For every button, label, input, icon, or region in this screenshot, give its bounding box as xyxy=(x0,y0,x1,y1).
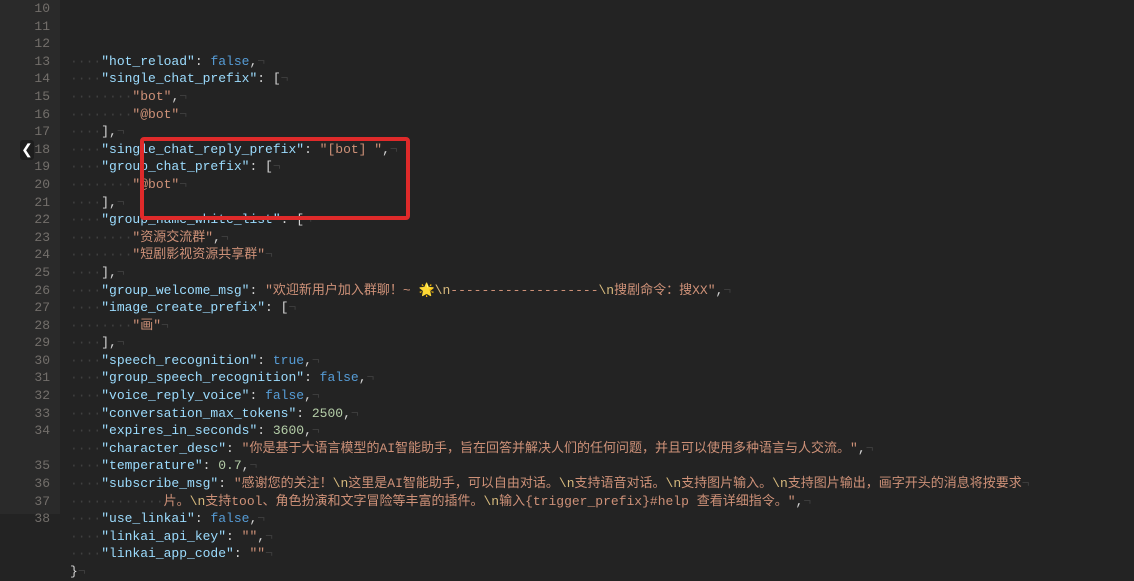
line-number: 30 xyxy=(24,352,50,370)
line-number: 32 xyxy=(24,387,50,405)
line-number: 16 xyxy=(24,106,50,124)
code-line[interactable]: ····],¬ xyxy=(70,264,1030,282)
line-number: 20 xyxy=(24,176,50,194)
line-number: 19 xyxy=(24,158,50,176)
code-line[interactable]: ········"画"¬ xyxy=(70,317,1030,335)
code-line[interactable]: ····"group_speech_recognition": false,¬ xyxy=(70,369,1030,387)
line-number: 29 xyxy=(24,334,50,352)
code-line[interactable]: ····"hot_reload": false,¬ xyxy=(70,53,1030,71)
line-number: 23 xyxy=(24,229,50,247)
fold-chevron-icon[interactable]: ❮ xyxy=(20,140,34,160)
code-line[interactable]: ····"single_chat_reply_prefix": "[bot] "… xyxy=(70,141,1030,159)
line-number: 15 xyxy=(24,88,50,106)
line-number: 11 xyxy=(24,18,50,36)
code-line[interactable]: ····],¬ xyxy=(70,334,1030,352)
code-line[interactable]: ········"资源交流群",¬ xyxy=(70,229,1030,247)
line-number: 26 xyxy=(24,282,50,300)
line-number: 33 xyxy=(24,405,50,423)
code-line[interactable]: ····"linkai_api_key": "",¬ xyxy=(70,528,1030,546)
code-line[interactable]: ····],¬ xyxy=(70,194,1030,212)
chevron-left-icon: ❮ xyxy=(21,142,33,159)
code-line[interactable]: ····"use_linkai": false,¬ xyxy=(70,510,1030,528)
code-line[interactable]: ········"@bot"¬ xyxy=(70,106,1030,124)
code-line[interactable]: ····],¬ xyxy=(70,123,1030,141)
line-number: 37 xyxy=(24,493,50,511)
code-line[interactable]: ····"subscribe_msg": "感谢您的关注！\n这里是AI智能助手… xyxy=(70,475,1030,493)
code-line[interactable]: ············片。\n支持tool、角色扮演和文字冒险等丰富的插件。\… xyxy=(70,493,1030,511)
code-area[interactable]: ····"hot_reload": false,¬····"single_cha… xyxy=(60,0,1040,514)
code-line[interactable]: ····"group_chat_prefix": [¬ xyxy=(70,158,1030,176)
gutter-line-numbers: 1011121314151617181920212223242526272829… xyxy=(0,0,60,514)
code-line[interactable]: ····"single_chat_prefix": [¬ xyxy=(70,70,1030,88)
code-line[interactable]: ····"group_welcome_msg": "欢迎新用户加入群聊！~ 🌟\… xyxy=(70,282,1030,300)
line-number: 14 xyxy=(24,70,50,88)
line-number: 25 xyxy=(24,264,50,282)
code-line[interactable]: ········"@bot"¬ xyxy=(70,176,1030,194)
line-number: 35 xyxy=(24,457,50,475)
code-editor[interactable]: 1011121314151617181920212223242526272829… xyxy=(0,0,1134,514)
line-number: 17 xyxy=(24,123,50,141)
line-number: 22 xyxy=(24,211,50,229)
code-line[interactable]: ····"voice_reply_voice": false,¬ xyxy=(70,387,1030,405)
line-number: 21 xyxy=(24,194,50,212)
code-line[interactable]: ····"image_create_prefix": [¬ xyxy=(70,299,1030,317)
line-number: 12 xyxy=(24,35,50,53)
line-number: 36 xyxy=(24,475,50,493)
code-line[interactable]: ····"speech_recognition": true,¬ xyxy=(70,352,1030,370)
code-line[interactable]: ········"bot",¬ xyxy=(70,88,1030,106)
code-line[interactable]: ····"temperature": 0.7,¬ xyxy=(70,457,1030,475)
code-line[interactable]: ····"character_desc": "你是基于大语言模型的AI智能助手，… xyxy=(70,440,1030,458)
code-line[interactable]: ····"linkai_app_code": ""¬ xyxy=(70,545,1030,563)
line-number: 27 xyxy=(24,299,50,317)
code-line[interactable]: }¬ xyxy=(70,563,1030,581)
code-line[interactable]: ····"group_name_white_list": [¬ xyxy=(70,211,1030,229)
line-number: 34 xyxy=(24,422,50,440)
line-number: 38 xyxy=(24,510,50,528)
code-line[interactable]: ········"短剧影视资源共享群"¬ xyxy=(70,246,1030,264)
line-number: 13 xyxy=(24,53,50,71)
code-line[interactable]: ····"expires_in_seconds": 3600,¬ xyxy=(70,422,1030,440)
line-number: 28 xyxy=(24,317,50,335)
line-number: 31 xyxy=(24,369,50,387)
line-number: 10 xyxy=(24,0,50,18)
line-number: 24 xyxy=(24,246,50,264)
code-line[interactable]: ····"conversation_max_tokens": 2500,¬ xyxy=(70,405,1030,423)
line-number xyxy=(24,440,50,458)
